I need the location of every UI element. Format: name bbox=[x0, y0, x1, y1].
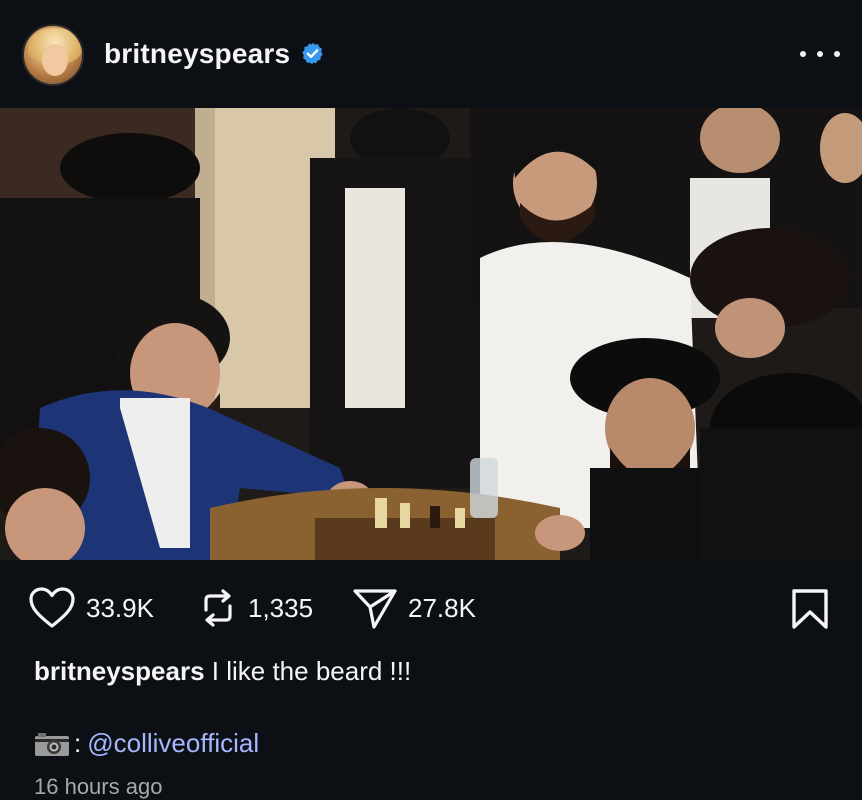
caption-text: I like the beard !!! bbox=[211, 656, 412, 686]
more-dot-icon bbox=[834, 51, 840, 57]
credit-mention-link[interactable]: @colliveofficial bbox=[87, 728, 259, 759]
repost-count: 1,335 bbox=[248, 592, 314, 623]
camera-icon bbox=[35, 732, 69, 756]
caption-username[interactable]: britneyspears bbox=[34, 656, 205, 686]
avatar-face bbox=[42, 44, 68, 76]
share-action[interactable]: 27.8K bbox=[352, 586, 476, 630]
bookmark-icon[interactable] bbox=[790, 588, 830, 630]
share-count: 27.8K bbox=[408, 592, 476, 623]
send-icon[interactable] bbox=[352, 586, 398, 630]
username[interactable]: britneyspears bbox=[104, 38, 290, 70]
like-count: 33.9K bbox=[86, 592, 154, 623]
post-header: britneyspears bbox=[0, 0, 862, 108]
verified-badge-icon bbox=[302, 42, 323, 65]
caption: britneyspears I like the beard !!! bbox=[34, 656, 411, 687]
post-photo[interactable] bbox=[0, 108, 862, 560]
heart-icon[interactable] bbox=[28, 586, 76, 630]
more-dot-icon bbox=[817, 51, 823, 57]
post-timestamp: 16 hours ago bbox=[34, 774, 163, 799]
repost-icon[interactable] bbox=[198, 586, 238, 630]
avatar[interactable] bbox=[22, 24, 84, 86]
photo-credit: : @colliveofficial bbox=[34, 728, 259, 759]
action-bar: 33.9K 1,335 27.8K bbox=[0, 580, 862, 636]
repost-action[interactable]: 1,335 bbox=[198, 586, 313, 630]
more-options-button[interactable] bbox=[800, 44, 840, 64]
more-dot-icon bbox=[800, 51, 806, 57]
photo-illustration bbox=[0, 108, 862, 560]
credit-separator: : bbox=[74, 728, 82, 758]
like-action[interactable]: 33.9K bbox=[28, 586, 154, 630]
